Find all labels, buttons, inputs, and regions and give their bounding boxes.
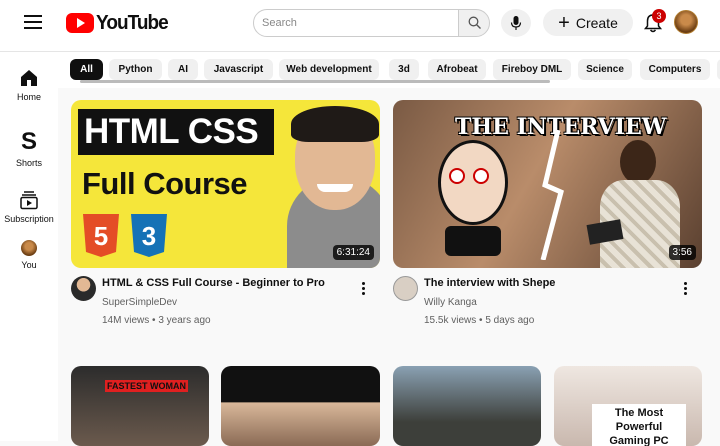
view-count: 15.5k views (424, 315, 477, 326)
view-count: 14M views (102, 315, 150, 326)
sidebar: Home S Shorts Subscription You (0, 52, 58, 441)
thumbnail-text-line1: HTML CSS (84, 112, 259, 151)
menu-icon[interactable] (22, 12, 46, 32)
chip-ai[interactable]: AI (168, 59, 198, 80)
chip-python[interactable]: Python (109, 59, 162, 80)
sidebar-item-label: Shorts (15, 158, 42, 168)
presenter-image (269, 106, 380, 268)
sidebar-item-shorts[interactable]: S Shorts (0, 128, 58, 169)
chip-web-development[interactable]: Web development (279, 59, 379, 80)
more-options-icon[interactable] (680, 280, 690, 296)
search-button[interactable] (458, 9, 490, 37)
html5-icon: 5 (83, 214, 119, 257)
short-thumbnail[interactable]: The Most Powerful Gaming PC (554, 366, 702, 446)
voice-search-button[interactable] (501, 9, 531, 37)
search-icon (468, 16, 481, 29)
thumbnail-text-line2: Full Course (82, 166, 248, 201)
chip-fireboy-dml[interactable]: Fireboy DML (493, 59, 571, 80)
create-button[interactable]: + Create (543, 9, 633, 36)
subscriptions-icon (20, 191, 38, 210)
search-input[interactable] (253, 9, 459, 37)
cartoon-character (433, 140, 523, 258)
top-bar: YouTube + Create 3 (0, 0, 720, 52)
video-title[interactable]: The interview with Shepe (424, 277, 555, 289)
chip-afrobeat[interactable]: Afrobeat (428, 59, 486, 80)
youtube-logo[interactable]: YouTube (66, 12, 172, 34)
logo-text: YouTube (96, 11, 169, 34)
sidebar-item-label: You (21, 260, 37, 270)
sidebar-item-label: Home (16, 92, 41, 102)
chips-scrollbar[interactable] (80, 80, 550, 83)
svg-text:5: 5 (94, 221, 108, 251)
avatar (21, 240, 37, 256)
home-icon (21, 70, 37, 86)
create-label: Create (575, 14, 618, 31)
short-thumbnail[interactable] (393, 366, 541, 446)
plus-icon: + (558, 11, 570, 34)
video-thumbnail[interactable]: HTML CSS Full Course 5 3 6:31:24 (71, 100, 380, 268)
video-meta: 15.5k views • 5 days ago (424, 315, 534, 326)
duration-badge: 3:56 (668, 245, 696, 260)
channel-avatar[interactable] (71, 276, 96, 301)
chip-all[interactable]: All (70, 59, 103, 80)
sidebar-item-subscriptions[interactable]: Subscription (0, 190, 58, 224)
account-avatar[interactable] (674, 10, 698, 34)
notification-badge: 3 (652, 9, 666, 23)
chip-science[interactable]: Science (578, 59, 632, 80)
chip-javascript[interactable]: Javascript (204, 59, 273, 80)
upload-age: 3 years ago (158, 315, 211, 326)
chip-3d[interactable]: 3d (389, 59, 419, 80)
upload-age: 5 days ago (485, 315, 535, 326)
shorts-icon: S (20, 128, 37, 155)
channel-name[interactable]: Willy Kanga (424, 297, 477, 308)
microphone-icon (510, 16, 522, 30)
short-overlay-text: The Most Powerful Gaming PC (592, 404, 686, 446)
chip-computers[interactable]: Computers (640, 59, 710, 80)
sidebar-item-you[interactable]: You (0, 240, 58, 270)
more-options-icon[interactable] (358, 280, 368, 296)
sidebar-item-label: Subscription (4, 214, 54, 224)
channel-name[interactable]: SuperSimpleDev (102, 297, 177, 308)
short-thumbnail[interactable] (221, 366, 380, 446)
short-thumbnail[interactable]: FASTEST WOMAN (71, 366, 209, 446)
svg-text:3: 3 (142, 221, 156, 251)
duration-badge: 6:31:24 (332, 245, 374, 260)
lightning-divider (540, 130, 564, 260)
css3-icon: 3 (131, 214, 167, 257)
youtube-play-icon (66, 13, 94, 33)
video-title[interactable]: HTML & CSS Full Course - Beginner to Pro (102, 277, 325, 289)
meta-separator: • (152, 315, 156, 326)
sidebar-item-home[interactable]: Home (0, 68, 58, 102)
video-thumbnail[interactable]: THE INTERVIEW 3:56 (393, 100, 702, 268)
meta-separator: • (479, 315, 483, 326)
short-overlay-text: FASTEST WOMAN (105, 380, 188, 392)
channel-avatar[interactable] (393, 276, 418, 301)
video-meta: 14M views • 3 years ago (102, 315, 211, 326)
